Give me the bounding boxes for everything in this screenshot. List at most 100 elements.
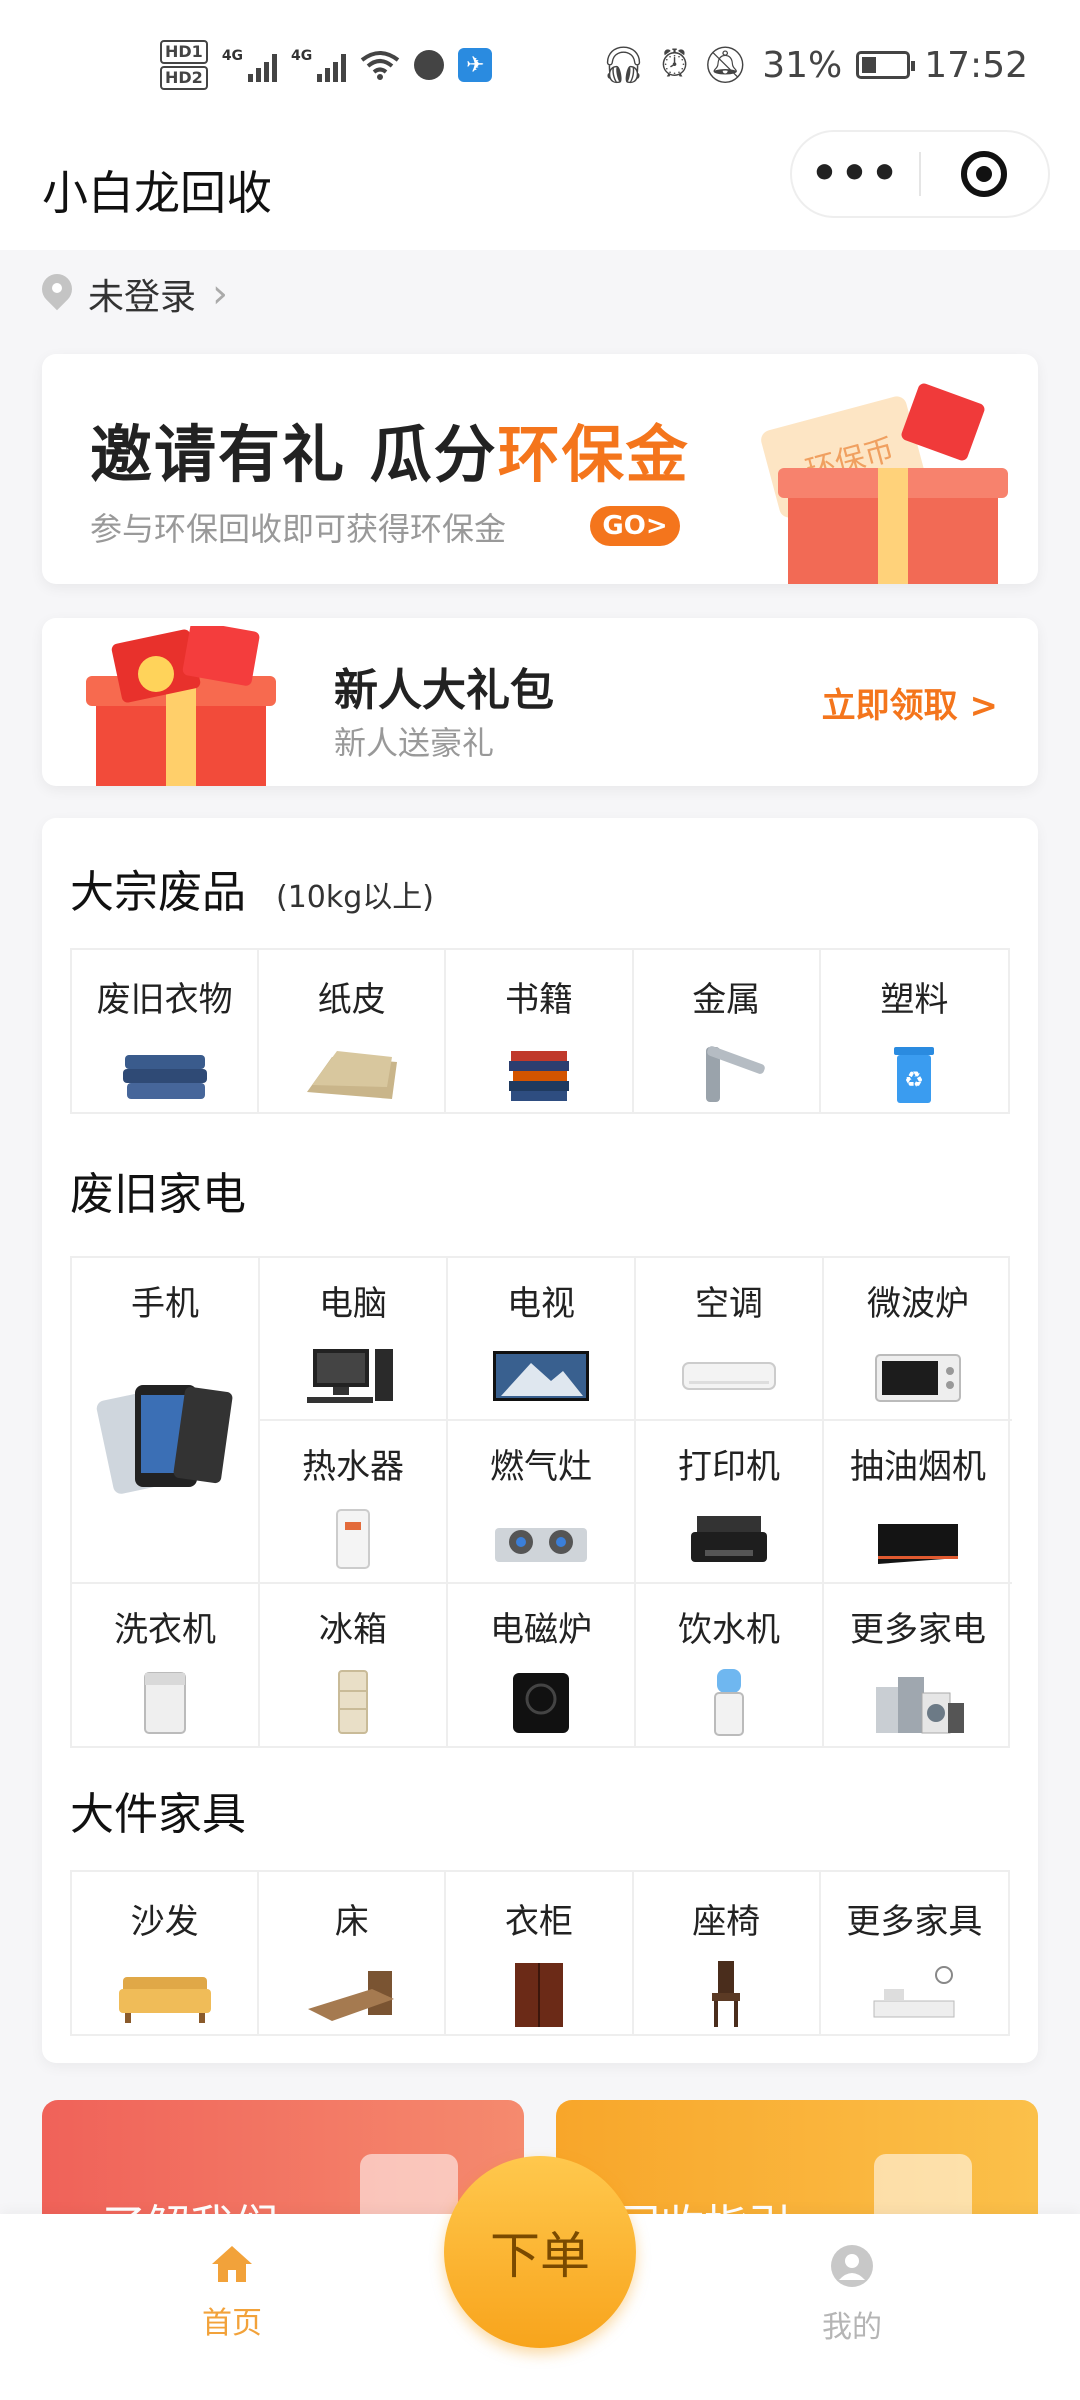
category-fridge[interactable]: 冰箱 xyxy=(260,1584,448,1747)
banner-title: 邀请有礼 瓜分环保金 xyxy=(90,404,690,494)
category-more-furniture[interactable]: 更多家具 xyxy=(821,1872,1008,2034)
bulk-title: 大宗废品 xyxy=(70,867,246,918)
hd2-label: HD2 xyxy=(160,66,208,90)
login-status-text: 未登录 xyxy=(88,277,197,318)
appliances-group-icon xyxy=(876,1677,964,1734)
category-microwave[interactable]: 微波炉 xyxy=(824,1258,1012,1421)
printer-icon xyxy=(691,1516,767,1562)
category-gas-stove[interactable]: 燃气灶 xyxy=(448,1421,636,1584)
globe-icon xyxy=(414,50,445,80)
category-printer[interactable]: 打印机 xyxy=(636,1421,824,1584)
tab-home[interactable]: 首页 xyxy=(152,2244,312,2342)
category-computer[interactable]: 电脑 xyxy=(260,1258,448,1421)
category-metal[interactable]: 金属 xyxy=(634,950,821,1112)
category-label: 热水器 xyxy=(302,1447,404,1487)
page-title: 小白龙回收 xyxy=(42,166,272,220)
category-phone[interactable]: 手机 xyxy=(72,1258,260,1584)
category-chair[interactable]: 座椅 xyxy=(634,1872,821,2034)
close-button[interactable] xyxy=(921,151,1048,197)
category-label: 金属 xyxy=(692,980,761,1020)
section-title-appliances: 废旧家电 xyxy=(70,1169,246,1220)
category-plastic[interactable]: 塑料 ♻ xyxy=(821,950,1008,1112)
hd1-label: HD1 xyxy=(160,40,208,64)
appliance-grid: 手机 电脑 电视 空调 微波炉 热水器 燃气灶 打印机 抽油烟机 洗衣机 冰箱 … xyxy=(70,1256,1012,1748)
microwave-icon xyxy=(875,1354,961,1402)
app-notification-icon: ✈ xyxy=(458,48,493,82)
washing-machine-icon xyxy=(144,1672,186,1734)
more-menu-button[interactable]: ••• xyxy=(792,152,919,196)
tab-mine[interactable]: 我的 xyxy=(772,2244,932,2346)
category-washing-machine[interactable]: 洗衣机 xyxy=(72,1584,260,1747)
bed-icon xyxy=(307,1971,394,2021)
category-sofa[interactable]: 沙发 xyxy=(72,1872,260,2034)
water-dispenser-icon xyxy=(714,1669,744,1736)
chair-icon xyxy=(712,1961,741,2027)
category-bed[interactable]: 床 xyxy=(259,1872,447,2034)
category-label: 洗衣机 xyxy=(114,1610,216,1650)
location-login-link[interactable]: 未登录 › xyxy=(42,268,228,320)
status-bar: HD1 HD2 4G 4G ✈ 🎧︎ ⏰︎ 🔕︎ 31% 17:52 xyxy=(0,0,1080,130)
red-gift-illustration xyxy=(86,626,276,786)
category-label: 书籍 xyxy=(504,980,573,1020)
category-label: 废旧衣物 xyxy=(96,980,233,1020)
signal-icon: 4G xyxy=(222,48,278,82)
category-label: 床 xyxy=(334,1902,369,1942)
category-label: 打印机 xyxy=(678,1447,780,1487)
category-cardboard[interactable]: 纸皮 xyxy=(259,950,447,1112)
category-wardrobe[interactable]: 衣柜 xyxy=(446,1872,634,2034)
miniprogram-capsule: ••• xyxy=(790,130,1050,218)
hd-indicator: HD1 HD2 xyxy=(160,39,208,91)
wardrobe-icon xyxy=(514,1963,563,2027)
category-label: 抽油烟机 xyxy=(850,1447,986,1487)
clothes-icon xyxy=(122,1055,207,1099)
category-label: 空调 xyxy=(695,1284,763,1324)
fridge-icon xyxy=(338,1670,368,1734)
category-label: 更多家电 xyxy=(850,1610,986,1650)
newbie-gift-card[interactable]: 新人大礼包 新人送豪礼 立即领取 > xyxy=(42,618,1038,786)
newbie-title: 新人大礼包 xyxy=(334,665,554,716)
banner-title-highlight: 环保金 xyxy=(497,418,690,491)
tab-home-label: 首页 xyxy=(202,2306,262,2341)
category-label: 更多家具 xyxy=(846,1902,983,1942)
category-tv[interactable]: 电视 xyxy=(448,1258,636,1421)
tab-mine-label: 我的 xyxy=(822,2310,882,2345)
category-label: 纸皮 xyxy=(317,980,386,1020)
induction-cooker-icon xyxy=(513,1673,569,1733)
invite-banner[interactable]: 邀请有礼 瓜分环保金 参与环保回收即可获得环保金 GO> 环保币 xyxy=(42,354,1038,584)
category-label: 燃气灶 xyxy=(490,1447,592,1487)
banner-subtitle: 参与环保回收即可获得环保金 xyxy=(90,510,507,548)
category-panel: 大宗废品 (10kg以上) 废旧衣物 纸皮 书籍 金属 塑料 ♻ 废旧家电 手机 xyxy=(42,818,1038,2063)
category-water-heater[interactable]: 热水器 xyxy=(260,1421,448,1584)
water-heater-icon xyxy=(336,1509,370,1569)
newbie-subtitle: 新人送豪礼 xyxy=(334,724,495,762)
furniture-grid: 沙发 床 衣柜 座椅 更多家具 xyxy=(70,1870,1010,2036)
net2-label: 4G xyxy=(291,48,313,64)
battery-percent: 31% xyxy=(762,44,843,86)
category-clothes[interactable]: 废旧衣物 xyxy=(72,950,260,1112)
headphone-icon: 🎧︎ xyxy=(600,45,647,86)
recycle-bin-icon: ♻ xyxy=(894,1047,935,1103)
go-button[interactable]: GO> xyxy=(590,506,680,546)
category-more-appliances[interactable]: 更多家电 xyxy=(824,1584,1012,1747)
category-books[interactable]: 书籍 xyxy=(446,950,634,1112)
category-water-dispenser[interactable]: 饮水机 xyxy=(636,1584,824,1747)
section-title-bulk: 大宗废品 (10kg以上) xyxy=(70,856,434,920)
category-induction-cooker[interactable]: 电磁炉 xyxy=(448,1584,636,1747)
range-hood-icon xyxy=(878,1524,958,1564)
category-label: 手机 xyxy=(131,1284,199,1324)
signal2-icon: 4G xyxy=(291,48,347,82)
svg-text:♻: ♻ xyxy=(905,1068,925,1093)
alarm-icon: ⏰︎ xyxy=(660,44,689,85)
claim-now-button[interactable]: 立即领取 > xyxy=(822,678,998,727)
app-header: 小白龙回收 ••• xyxy=(0,130,1080,250)
battery-icon xyxy=(856,51,916,79)
category-ac[interactable]: 空调 xyxy=(636,1258,824,1421)
tv-icon xyxy=(493,1351,589,1401)
mute-icon: 🔕︎ xyxy=(702,45,749,86)
chevron-right-icon: › xyxy=(212,271,229,317)
place-order-button[interactable]: 下单 xyxy=(444,2156,636,2348)
category-label: 电视 xyxy=(507,1284,575,1324)
category-range-hood[interactable]: 抽油烟机 xyxy=(824,1421,1012,1584)
category-label: 电脑 xyxy=(319,1284,387,1324)
category-label: 塑料 xyxy=(880,980,949,1020)
